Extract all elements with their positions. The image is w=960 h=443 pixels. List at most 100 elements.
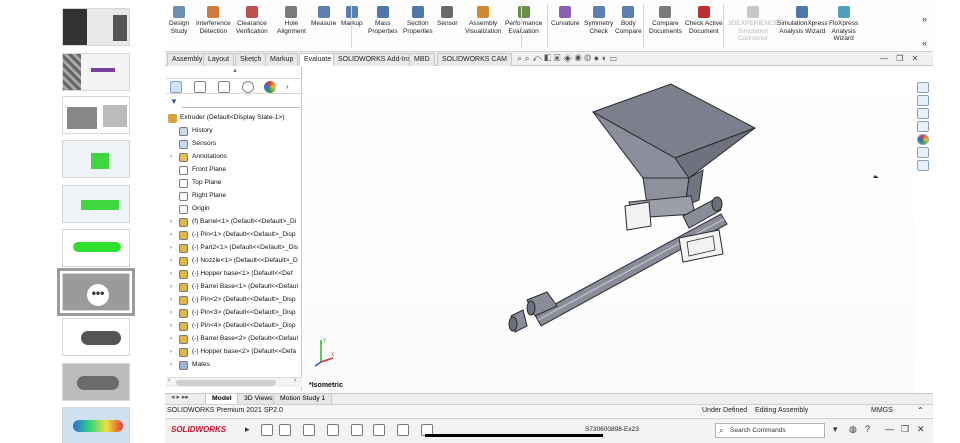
dimxpert-manager-tab-icon[interactable] — [242, 81, 254, 93]
tree-item[interactable]: › (-) Part2<1> (Default<<Default>_Dis — [170, 242, 300, 254]
filter-icon[interactable]: ▼ — [170, 97, 178, 106]
solidworks-logo[interactable]: SOLIDWORKS — [171, 425, 226, 434]
tree-item[interactable]: › Mates — [170, 359, 300, 371]
ribbon-overflow-icon[interactable]: » — [922, 14, 927, 24]
simxpress-button[interactable]: SimulationXpress Analysis Wizard — [777, 6, 828, 35]
tab-solidworks-add-ins[interactable]: SOLIDWORKS Add-Ins — [333, 53, 417, 66]
performance-button[interactable]: Performance Evaluation — [505, 6, 542, 35]
symmetry-button[interactable]: Symmetry Check — [584, 6, 613, 35]
select-icon[interactable] — [397, 424, 409, 436]
expand-arrow-icon[interactable]: › — [170, 255, 176, 267]
tree-item[interactable]: › (-) Nozzle<1> (Default<<Default>_D — [170, 255, 300, 267]
compare-documents-button[interactable]: Compare Documents — [649, 6, 682, 35]
slide-thumbnail-3[interactable] — [62, 96, 130, 134]
undo-icon[interactable] — [373, 424, 385, 436]
help-icon[interactable]: ? — [865, 424, 870, 434]
expand-arrow-icon[interactable]: › — [170, 333, 176, 345]
app-minimize-icon[interactable]: — — [885, 424, 894, 434]
configuration-manager-tab-icon[interactable] — [218, 81, 230, 93]
check-active-button[interactable]: Check Active Document — [685, 6, 723, 35]
tree-item[interactable]: › (-) Pin<3> (Default<<Default>_Disp — [170, 307, 300, 319]
open-document-icon[interactable] — [303, 424, 315, 436]
app-restore-icon[interactable]: ❐ — [901, 424, 909, 435]
section-properties-button[interactable]: Section Properties — [403, 6, 433, 35]
status-units[interactable]: MMGS — [871, 405, 893, 417]
tree-item[interactable]: › (-) Hopper base<2> (Default<<Defa — [170, 346, 300, 358]
tree-item[interactable]: › (f) Barrel<1> (Default<<Default>_Di — [170, 216, 300, 228]
view-orientation-icon[interactable]: ◈ — [563, 53, 572, 63]
file-explorer-icon[interactable] — [917, 108, 929, 119]
tree-item[interactable]: History — [170, 125, 300, 137]
expand-arrow-icon[interactable]: › — [170, 229, 176, 241]
tree-item[interactable]: Front Plane — [170, 164, 300, 176]
tree-item[interactable]: › (-) Pin<1> (Default<<Default>_Disp — [170, 229, 300, 241]
scroll-left-icon[interactable]: ‹ — [168, 377, 170, 384]
appearances-icon[interactable] — [917, 134, 929, 145]
scroll-right-icon[interactable]: › — [294, 377, 296, 384]
view-settings-icon[interactable]: ▭ — [610, 53, 617, 63]
display-manager-tab-icon[interactable] — [264, 81, 276, 93]
graphics-area[interactable]: Y X *Isometric — [303, 66, 915, 396]
tree-item[interactable]: Origin — [170, 203, 300, 215]
sensor-button[interactable]: Sensor — [437, 6, 458, 28]
expand-arrow-icon[interactable]: › — [170, 268, 176, 280]
slide-thumbnail-8[interactable] — [62, 318, 130, 356]
property-manager-tab-icon[interactable] — [194, 81, 206, 93]
tab-markup[interactable]: Markup — [265, 53, 299, 66]
tab-evaluate[interactable]: Evaluate — [299, 53, 337, 66]
scrollbar-thumb[interactable] — [176, 380, 276, 386]
expand-arrow-icon[interactable]: › — [170, 320, 176, 332]
search-dropdown-icon[interactable]: ▾ — [833, 424, 838, 435]
mass-properties-button[interactable]: Mass Properties — [368, 6, 398, 35]
slide-thumbnail-7-selected[interactable]: ••• — [57, 268, 135, 316]
tree-item[interactable]: › (-) Hopper base<1> (Default<<Def — [170, 268, 300, 280]
tree-item[interactable]: › Annotations — [170, 151, 300, 163]
body-compare-button[interactable]: Body Compare — [615, 6, 642, 35]
expand-arrow-icon[interactable]: › — [170, 216, 176, 228]
feature-manager-tab-icon[interactable] — [170, 81, 182, 93]
more-options-icon[interactable]: ••• — [87, 284, 109, 306]
solidworks-resources-icon[interactable] — [917, 82, 929, 93]
tree-item[interactable]: › (-) Barrel Base<1> (Default<<Defaul — [170, 281, 300, 293]
custom-properties-icon[interactable] — [917, 147, 929, 158]
design-study-button[interactable]: Design Study — [169, 6, 189, 35]
slide-thumbnail-10[interactable] — [62, 407, 130, 443]
slide-thumbnail-4[interactable] — [62, 140, 130, 178]
search-commands-field[interactable]: ⌕ Search Commands — [715, 423, 825, 438]
zoom-area-icon[interactable]: ⌕ — [525, 53, 530, 63]
clearance-button[interactable]: Clearance Verification — [236, 6, 268, 35]
home-icon[interactable] — [261, 424, 273, 436]
edit-appearance-icon[interactable]: ● — [594, 53, 599, 63]
expand-arrow-icon[interactable]: › — [170, 242, 176, 254]
tab-assembly[interactable]: Assembly — [167, 53, 208, 66]
section-view-icon[interactable]: ◧ — [544, 53, 551, 63]
slide-thumbnail-6[interactable] — [62, 229, 130, 267]
design-library-icon[interactable] — [917, 95, 929, 106]
zoom-to-fit-icon[interactable]: ⌕ — [517, 53, 522, 63]
user-icon[interactable]: ◍ — [849, 424, 857, 435]
tree-item[interactable]: Right Plane — [170, 190, 300, 202]
save-icon[interactable] — [327, 424, 339, 436]
expand-arrow-icon[interactable]: › — [170, 359, 176, 371]
hole-alignment-button[interactable]: Hole Alignment — [277, 6, 306, 35]
minimize-icon[interactable]: — — [880, 54, 888, 63]
new-document-icon[interactable] — [279, 424, 291, 436]
measure-button[interactable]: Measure — [311, 6, 336, 28]
panel-collapse-handle[interactable]: ▲ — [232, 68, 238, 74]
slide-thumbnail-2[interactable] — [62, 53, 130, 91]
restore-icon[interactable]: ❐ — [896, 54, 903, 63]
solidworks-forum-icon[interactable] — [917, 160, 929, 171]
more-tabs-chevron-icon[interactable]: › — [286, 82, 289, 91]
tab-sketch[interactable]: Sketch — [235, 53, 267, 66]
display-style-icon[interactable]: ◉ — [575, 53, 582, 63]
view-palette-icon[interactable] — [917, 121, 929, 132]
expand-menu-icon[interactable]: ▸ — [245, 424, 250, 435]
tab-navigation-arrows-icon[interactable]: ◂ ▸ ▸▸ — [171, 393, 189, 401]
tree-item[interactable]: › (-) Pin<2> (Default<<Default>_Disp — [170, 294, 300, 306]
status-units-dropdown-icon[interactable]: ⌃ — [917, 405, 924, 417]
interference-button[interactable]: Interference Detection — [196, 6, 231, 35]
curvature-button[interactable]: Curvature — [551, 6, 580, 28]
dynamic-annotation-icon[interactable]: ▣ — [554, 53, 561, 63]
tree-item[interactable]: Sensors — [170, 138, 300, 150]
heads-up-view-toolbar[interactable]: ⌕ ⌕ ↶ ◧ ▣ ◈ ◉ ◍ ● ◐ ▭ — [517, 53, 617, 64]
